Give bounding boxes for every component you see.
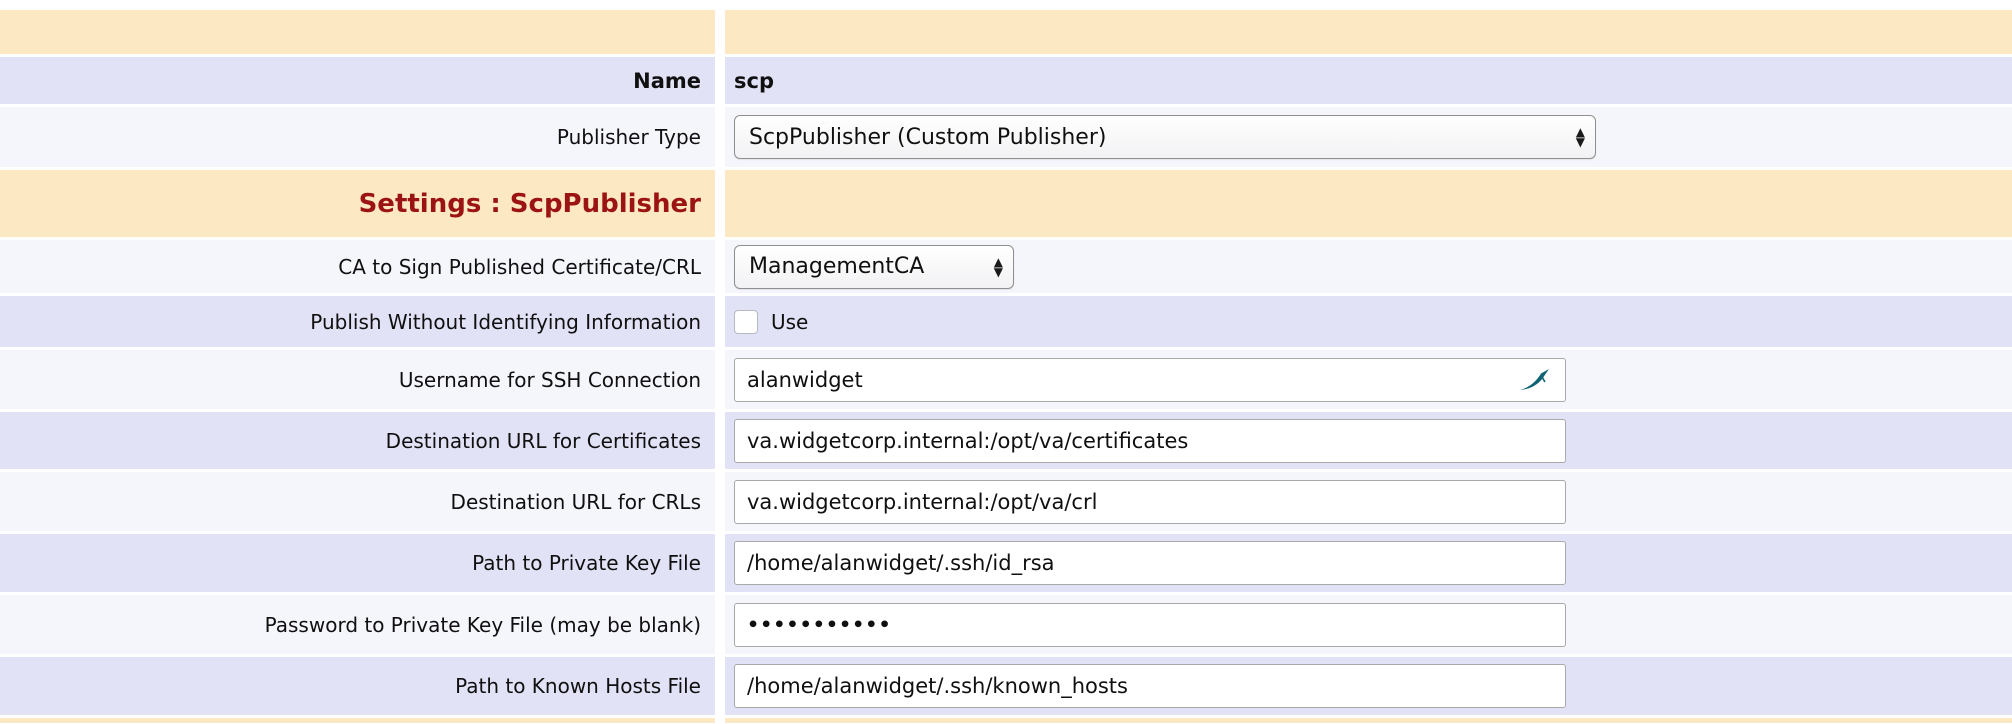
private-key-password-input[interactable] <box>734 603 1566 647</box>
ca-selected-value: ManagementCA <box>749 254 924 279</box>
publisher-type-selected-value: ScpPublisher (Custom Publisher) <box>749 125 1106 150</box>
form-row-publisher-type: Publisher Type ScpPublisher (Custom Publ… <box>0 107 2012 167</box>
form-row-private-key-path: Path to Private Key File <box>0 534 2012 592</box>
select-arrows-icon: ▲ ▼ <box>1576 127 1585 147</box>
private-key-path-label: Path to Private Key File <box>472 551 701 575</box>
private-key-path-input[interactable] <box>734 541 1566 585</box>
known-hosts-path-label: Path to Known Hosts File <box>455 674 701 698</box>
form-row-anonymize: Publish Without Identifying Information … <box>0 296 2012 347</box>
anonymize-checkbox[interactable] <box>734 310 758 334</box>
section-band-top <box>0 10 2012 54</box>
ssh-username-label: Username for SSH Connection <box>399 368 701 392</box>
anonymize-checkbox-label: Use <box>771 310 808 334</box>
section-settings-header: Settings : ScpPublisher <box>0 170 2012 237</box>
ca-select[interactable]: ManagementCA ▲ ▼ <box>734 245 1014 289</box>
form-row-name: Name scp <box>0 57 2012 104</box>
publisher-type-select[interactable]: ScpPublisher (Custom Publisher) ▲ ▼ <box>734 115 1596 159</box>
settings-heading: Settings : ScpPublisher <box>359 189 701 219</box>
known-hosts-path-input[interactable] <box>734 664 1566 708</box>
ssh-username-input[interactable] <box>734 358 1566 402</box>
select-arrows-icon: ▲ ▼ <box>994 257 1003 277</box>
form-row-ssh-username: Username for SSH Connection <box>0 350 2012 409</box>
publisher-edit-form: Name scp Publisher Type ScpPublisher (Cu… <box>0 0 2012 724</box>
password-manager-autofill-icon[interactable] <box>1518 368 1550 392</box>
form-row-cert-url: Destination URL for Certificates <box>0 412 2012 469</box>
publisher-type-label: Publisher Type <box>557 125 701 149</box>
cert-url-input[interactable] <box>734 419 1566 463</box>
name-value: scp <box>734 69 774 93</box>
section-band-bottom <box>0 718 2012 723</box>
private-key-password-label: Password to Private Key File (may be bla… <box>265 613 701 637</box>
form-row-crl-url: Destination URL for CRLs <box>0 472 2012 531</box>
form-row-ca: CA to Sign Published Certificate/CRL Man… <box>0 240 2012 293</box>
form-row-private-key-password: Password to Private Key File (may be bla… <box>0 595 2012 654</box>
form-row-known-hosts-path: Path to Known Hosts File <box>0 657 2012 715</box>
name-label: Name <box>633 69 701 93</box>
crl-url-label: Destination URL for CRLs <box>451 490 701 514</box>
top-spacer <box>0 0 2012 10</box>
ca-label: CA to Sign Published Certificate/CRL <box>338 255 701 279</box>
crl-url-input[interactable] <box>734 480 1566 524</box>
anonymize-label: Publish Without Identifying Information <box>310 310 701 334</box>
cert-url-label: Destination URL for Certificates <box>386 429 701 453</box>
